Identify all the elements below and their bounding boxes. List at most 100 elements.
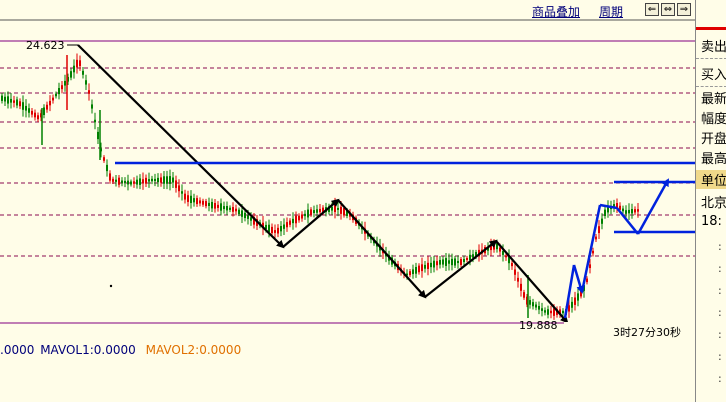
candle-body <box>112 178 114 182</box>
candle-body <box>121 180 123 183</box>
overlay-link[interactable]: 商品叠加 <box>532 3 580 20</box>
candle-body <box>331 206 333 211</box>
candle-body <box>31 110 33 115</box>
candle-body <box>127 180 129 185</box>
candle-body <box>208 202 210 206</box>
high-price-label: 24.623 <box>26 39 65 52</box>
candle-body <box>28 108 30 113</box>
candle-body <box>13 100 15 103</box>
candle-body <box>571 301 573 308</box>
candle-body <box>145 177 147 184</box>
candle-body <box>130 181 132 185</box>
candle-body <box>523 292 525 298</box>
candle-body <box>157 177 159 183</box>
candle-body <box>220 203 222 211</box>
candle-body <box>421 264 423 272</box>
candle-body <box>241 210 243 217</box>
candle-body <box>175 180 177 188</box>
candle-body <box>415 266 417 274</box>
candle-body <box>289 220 291 225</box>
candle-body <box>445 258 447 266</box>
candle-body <box>502 250 504 255</box>
candle-body <box>109 173 111 181</box>
candle-body <box>211 201 213 209</box>
time-label: 18: <box>701 214 722 229</box>
candle-body <box>244 212 246 219</box>
unit-label: 单位 <box>696 170 726 189</box>
candle-body <box>61 85 63 90</box>
candle-body <box>550 310 552 314</box>
candle-body <box>160 177 162 183</box>
candle-body <box>340 206 342 214</box>
candle-body <box>301 214 303 219</box>
candle-body <box>436 261 438 266</box>
buy-label: 买入 <box>701 68 726 83</box>
candle-body <box>139 178 141 185</box>
candle-body <box>247 215 249 219</box>
candle-body <box>439 259 441 265</box>
blue-projection-arrow <box>580 204 602 293</box>
candle-body <box>532 302 534 307</box>
candle-body <box>424 264 426 269</box>
candle-body <box>595 236 597 240</box>
candle-body <box>58 88 60 95</box>
candle-body <box>196 198 198 205</box>
scroll-left-button[interactable]: ⇐ <box>645 3 659 16</box>
candle-body <box>274 230 276 233</box>
candle-body <box>202 200 204 205</box>
tick-colon: : <box>718 284 722 297</box>
candle-body <box>4 96 6 102</box>
tick-colon: : <box>718 240 722 253</box>
candle-body <box>334 204 336 213</box>
candle-body <box>292 218 294 224</box>
price-chart[interactable] <box>0 0 695 402</box>
candle-body <box>451 258 453 266</box>
zoom-button[interactable]: ⇔ <box>661 3 675 16</box>
candle-body <box>82 70 84 75</box>
candle-body <box>625 210 627 214</box>
scroll-right-button[interactable]: ⇒ <box>677 3 691 16</box>
sell-label: 卖出 <box>701 40 726 55</box>
candle-body <box>166 176 168 184</box>
candle-body <box>118 177 120 185</box>
candle-body <box>76 59 78 68</box>
candle-body <box>433 260 435 268</box>
candle-body <box>124 180 126 184</box>
candle-body <box>205 201 207 207</box>
candle-body <box>280 225 282 232</box>
candle-body <box>568 305 570 312</box>
candle-body <box>592 250 594 254</box>
candle-body <box>133 181 135 184</box>
candle-body <box>238 209 240 214</box>
mavol2-label: MAVOL2:0.0000 <box>145 343 242 357</box>
candle-body <box>442 259 444 265</box>
candle-body <box>562 310 564 314</box>
candle-body <box>628 209 630 214</box>
candle-body <box>283 224 285 229</box>
candle-body <box>310 209 312 215</box>
black-trend-arrow <box>282 198 340 248</box>
candle-body <box>337 207 339 210</box>
candle-body <box>172 177 174 183</box>
candle-body <box>235 208 237 212</box>
candle-body <box>148 179 150 182</box>
candle-body <box>43 107 45 116</box>
tick-colon: : <box>718 328 722 341</box>
period-link[interactable]: 周期 <box>599 3 623 20</box>
quote-side-panel: 卖出 买入 最新 幅度 开盘 最高 单位 北京 18: : : : : : : … <box>695 0 726 402</box>
candle-body <box>154 178 156 182</box>
candle-body <box>64 80 66 86</box>
open-label: 开盘 <box>701 132 726 147</box>
candle-body <box>193 198 195 203</box>
candle-body <box>46 104 48 110</box>
candle-body <box>250 217 252 221</box>
candle-body <box>298 215 300 221</box>
candle-body <box>1 95 3 101</box>
candle-body <box>505 255 507 258</box>
candle-body <box>199 200 201 204</box>
candle-body <box>22 102 24 110</box>
candle-body <box>538 305 540 310</box>
volume-indicator-bar: .0000 MAVOL1:0.0000 MAVOL2:0.0000 <box>0 343 241 357</box>
candle-body <box>91 104 93 109</box>
candle-body <box>295 215 297 224</box>
